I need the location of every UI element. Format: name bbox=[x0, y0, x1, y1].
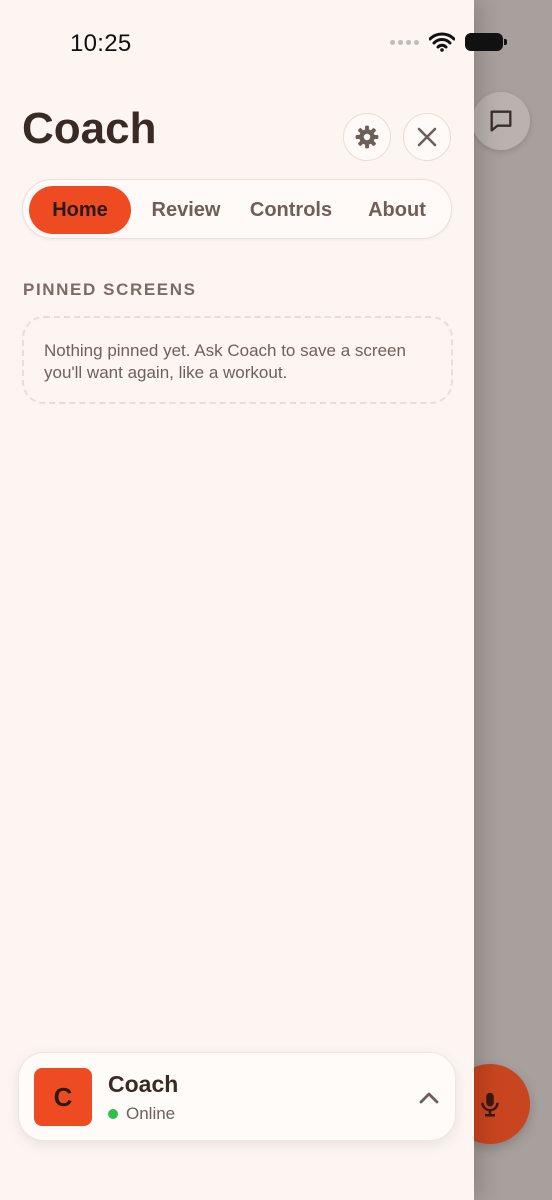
pinned-empty-state: Nothing pinned yet. Ask Coach to save a … bbox=[22, 316, 453, 404]
close-button[interactable] bbox=[403, 113, 451, 161]
pinned-empty-message: Nothing pinned yet. Ask Coach to save a … bbox=[44, 341, 406, 382]
coach-name: Coach bbox=[108, 1071, 179, 1097]
tab-controls[interactable]: Controls bbox=[241, 186, 341, 234]
tab-home[interactable]: Home bbox=[29, 186, 131, 234]
coach-status: Online bbox=[108, 1104, 175, 1124]
battery-icon bbox=[465, 33, 507, 51]
wifi-icon bbox=[429, 32, 455, 52]
gear-icon bbox=[355, 125, 379, 149]
chat-bubble-icon bbox=[490, 110, 512, 132]
tab-about[interactable]: About bbox=[357, 186, 437, 234]
status-text: Online bbox=[126, 1104, 176, 1123]
status-icons bbox=[390, 32, 507, 52]
signal-icon bbox=[390, 39, 419, 45]
coach-drawer: 10:25 Coach Home Review Controls About P… bbox=[0, 0, 507, 1200]
microphone-icon bbox=[481, 1092, 499, 1117]
expand-button[interactable] bbox=[417, 1086, 441, 1110]
page-title: Coach bbox=[22, 104, 157, 153]
tab-bar: Home Review Controls About bbox=[22, 179, 452, 239]
pinned-screens-heading: PINNED SCREENS bbox=[23, 280, 197, 299]
settings-button[interactable] bbox=[343, 113, 391, 161]
coach-card[interactable]: C Coach Online bbox=[18, 1052, 456, 1141]
online-status-dot bbox=[108, 1109, 118, 1119]
chat-button[interactable] bbox=[472, 92, 530, 150]
status-time: 10:25 bbox=[70, 30, 132, 57]
close-icon bbox=[417, 127, 437, 147]
avatar: C bbox=[34, 1068, 92, 1126]
tab-review[interactable]: Review bbox=[141, 186, 231, 234]
chevron-up-icon bbox=[419, 1092, 439, 1104]
